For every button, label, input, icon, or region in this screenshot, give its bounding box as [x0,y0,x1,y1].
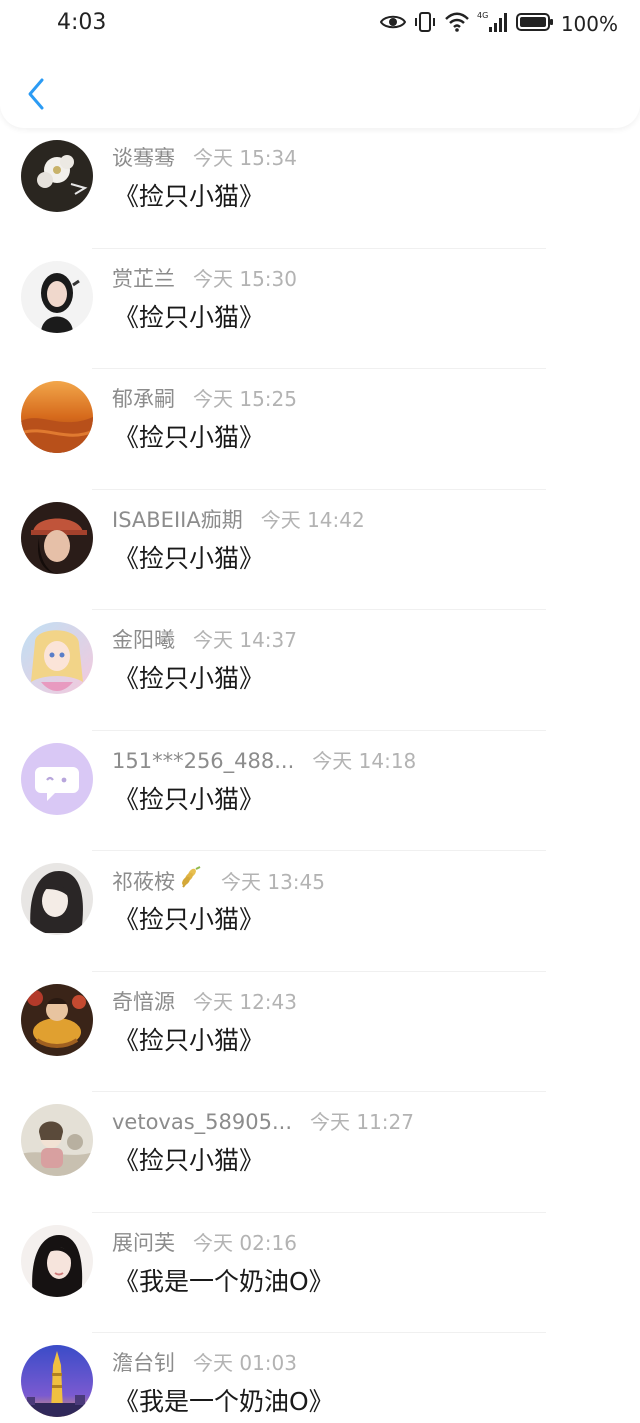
sender-name: 奇愔源 [112,989,175,1014]
message-time: 今天 13:45 [221,870,325,894]
list-item[interactable]: 展问芙 今天 02:16 《我是一个奶油O》 [0,1213,640,1333]
sender-name: ISABEIIA痂期 [112,507,243,532]
message-meta: vetovas_58905... 今天 11:27 [112,1106,414,1135]
message-time: 今天 15:34 [193,146,297,170]
sender-name: 151***256_488... [112,748,295,773]
message-text: 《捡只小猫》 [114,1146,265,1175]
message-time: 今天 14:42 [260,507,365,532]
sender-name: 金阳曦 [112,628,175,652]
message-text: 《捡只小猫》 [114,1025,265,1055]
list-item[interactable]: 奇愔源 今天 12:43 《捡只小猫》 [0,972,640,1092]
list-item[interactable]: 郁承嗣 今天 15:25 《捡只小猫》 [0,369,640,490]
status-time: 4:03 [57,10,107,35]
eye-icon [379,12,406,36]
message-meta: 澹台钊 今天 01:03 [112,1347,297,1377]
message-text: 《我是一个奶油O》 [114,1266,334,1296]
sender-name: 赏芷兰 [112,266,175,291]
back-button[interactable] [18,74,54,114]
message-meta: ISABEIIA痂期 今天 14:42 [112,504,365,534]
status-bar: 4:03 4G 100% [0,0,640,48]
sender-name: 谈骞骞 [112,146,175,170]
default-avatar-icon [21,742,93,815]
avatar[interactable] [21,501,93,574]
sender-name: 祁莜桉 [112,870,175,894]
battery-percent: 100% [560,12,618,36]
top-bar: 4:03 4G 100% [0,0,640,128]
list-item[interactable]: 谈骞骞 今天 15:34 《捡只小猫》 [0,128,640,249]
message-text: 《捡只小猫》 [114,543,265,573]
message-meta: 151***256_488... 今天 14:18 [112,745,416,774]
avatar[interactable] [21,983,93,1056]
message-text: 《捡只小猫》 [114,784,265,814]
avatar[interactable] [21,140,93,212]
wheat-icon [179,865,203,889]
screen: 4:03 4G 100% 谈骞骞 今天 15:34 《捡只小猫》 赏芷兰 今天 … [0,0,640,1423]
avatar[interactable] [21,1345,93,1417]
message-meta: 展问芙 今天 02:16 [112,1227,297,1257]
avatar[interactable] [21,742,93,815]
wifi-icon [444,11,470,37]
message-text: 《我是一个奶油O》 [114,1387,334,1416]
signal-icon: 4G [477,10,509,38]
message-text: 《捡只小猫》 [114,182,265,211]
list-item[interactable]: 祁莜桉 今天 13:45 《捡只小猫》 [0,851,640,972]
message-text: 《捡只小猫》 [114,423,265,452]
message-meta: 祁莜桉 今天 13:45 [112,865,325,896]
message-text: 《捡只小猫》 [114,905,265,934]
message-time: 今天 14:37 [193,628,297,652]
list-item[interactable]: 151***256_488... 今天 14:18 《捡只小猫》 [0,731,640,851]
message-meta: 金阳曦 今天 14:37 [112,624,297,654]
message-time: 今天 01:03 [193,1351,297,1375]
message-text: 《捡只小猫》 [114,664,265,693]
message-meta: 赏芷兰 今天 15:30 [112,263,297,293]
message-list: 谈骞骞 今天 15:34 《捡只小猫》 赏芷兰 今天 15:30 《捡只小猫》 [0,128,640,1423]
list-item[interactable]: 金阳曦 今天 14:37 《捡只小猫》 [0,610,640,731]
network-type: 4G [477,11,488,20]
vibrate-icon [413,10,437,38]
list-item[interactable]: vetovas_58905... 今天 11:27 《捡只小猫》 [0,1092,640,1213]
avatar[interactable] [21,1224,93,1297]
message-meta: 郁承嗣 今天 15:25 [112,383,297,413]
message-time: 今天 11:27 [310,1110,414,1134]
message-meta: 奇愔源 今天 12:43 [112,986,297,1016]
message-meta: 谈骞骞 今天 15:34 [112,142,297,172]
avatar[interactable] [21,622,93,694]
list-item[interactable]: ISABEIIA痂期 今天 14:42 《捡只小猫》 [0,490,640,610]
message-time: 今天 15:25 [193,387,297,411]
sender-name: vetovas_58905... [112,1110,292,1134]
list-item[interactable]: 澹台钊 今天 01:03 《我是一个奶油O》 [0,1333,640,1423]
avatar[interactable] [21,863,93,935]
message-time: 今天 02:16 [193,1230,297,1255]
message-time: 今天 14:18 [312,748,417,773]
list-item[interactable]: 赏芷兰 今天 15:30 《捡只小猫》 [0,249,640,369]
chevron-left-icon [28,78,44,110]
sender-name: 澹台钊 [112,1351,175,1375]
sender-name: 郁承嗣 [112,387,175,411]
message-text: 《捡只小猫》 [114,302,265,332]
avatar[interactable] [21,260,93,333]
avatar[interactable] [21,1104,93,1176]
message-time: 今天 15:30 [193,266,297,291]
avatar[interactable] [21,381,93,453]
status-icons: 4G 100% [379,10,618,38]
battery-icon [515,12,554,36]
message-time: 今天 12:43 [193,989,297,1014]
sender-name: 展问芙 [112,1230,175,1255]
